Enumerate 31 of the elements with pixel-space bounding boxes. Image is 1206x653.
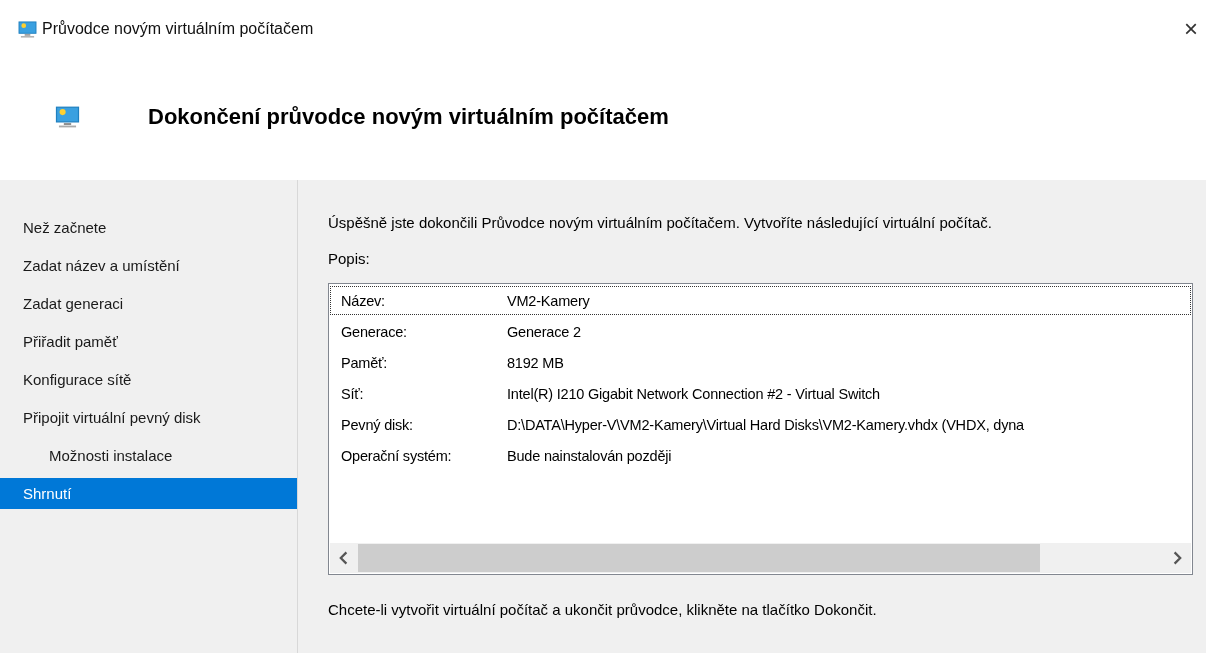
property-value: Bude nainstalován později — [507, 447, 672, 464]
property-label: Název: — [341, 292, 386, 309]
wizard-step[interactable]: Přiřadit paměť — [0, 326, 297, 357]
monitor-icon — [54, 106, 81, 128]
wizard-step[interactable]: Zadat generaci — [0, 288, 297, 319]
horizontal-scrollbar[interactable] — [330, 543, 1191, 573]
wizard-step[interactable]: Než začnete — [0, 212, 297, 243]
wizard-step[interactable]: Konfigurace sítě — [0, 364, 297, 395]
wizard-step[interactable]: Možnosti instalace — [0, 440, 297, 471]
property-value: Intel(R) I210 Gigabit Network Connection #2 - Virtual Switch — [507, 385, 880, 402]
property-label: Paměť: — [341, 354, 389, 371]
property-label: Síť: — [341, 385, 365, 402]
description-label: Popis: — [328, 249, 371, 269]
property-value: 8192 MB — [507, 354, 564, 371]
page-heading: Dokončení průvodce novým virtuálním počítačem — [148, 104, 669, 130]
property-value: VM2-Kamery — [507, 292, 590, 309]
close-button[interactable]: × — [1176, 15, 1206, 43]
window-title: Průvodce novým virtuálním počítačem — [42, 20, 314, 38]
wizard-step[interactable]: Zadat název a umístění — [0, 250, 297, 281]
scrollbar-thumb[interactable] — [358, 544, 1040, 572]
wizard-step[interactable]: Shrnutí — [0, 478, 297, 509]
property-label: Pevný disk: — [341, 416, 414, 433]
property-value: D:\DATA\Hyper-V\VM2-Kamery\Virtual Hard Disks\VM2-Kamery.vhdx (VHDX, dyna — [507, 416, 1024, 433]
focused-row[interactable]: Název: VM2-Kamery — [330, 286, 1191, 315]
property-label: Operační systém: — [341, 447, 453, 464]
property-value: Generace 2 — [507, 323, 581, 340]
intro-text: Úspěšně jste dokončili Průvodce novým virtuálním počítačem. Vytvoříte následující virtuální počítač. — [328, 213, 993, 233]
property-label: Generace: — [341, 323, 408, 340]
wizard-step[interactable]: Připojit virtuální pevný disk — [0, 402, 297, 433]
monitor-icon — [18, 20, 37, 38]
instruction-text: Chcete-li vytvořit virtuální počítač a ukončit průvodce, klikněte na tlačítko Dokončit. — [328, 600, 878, 620]
